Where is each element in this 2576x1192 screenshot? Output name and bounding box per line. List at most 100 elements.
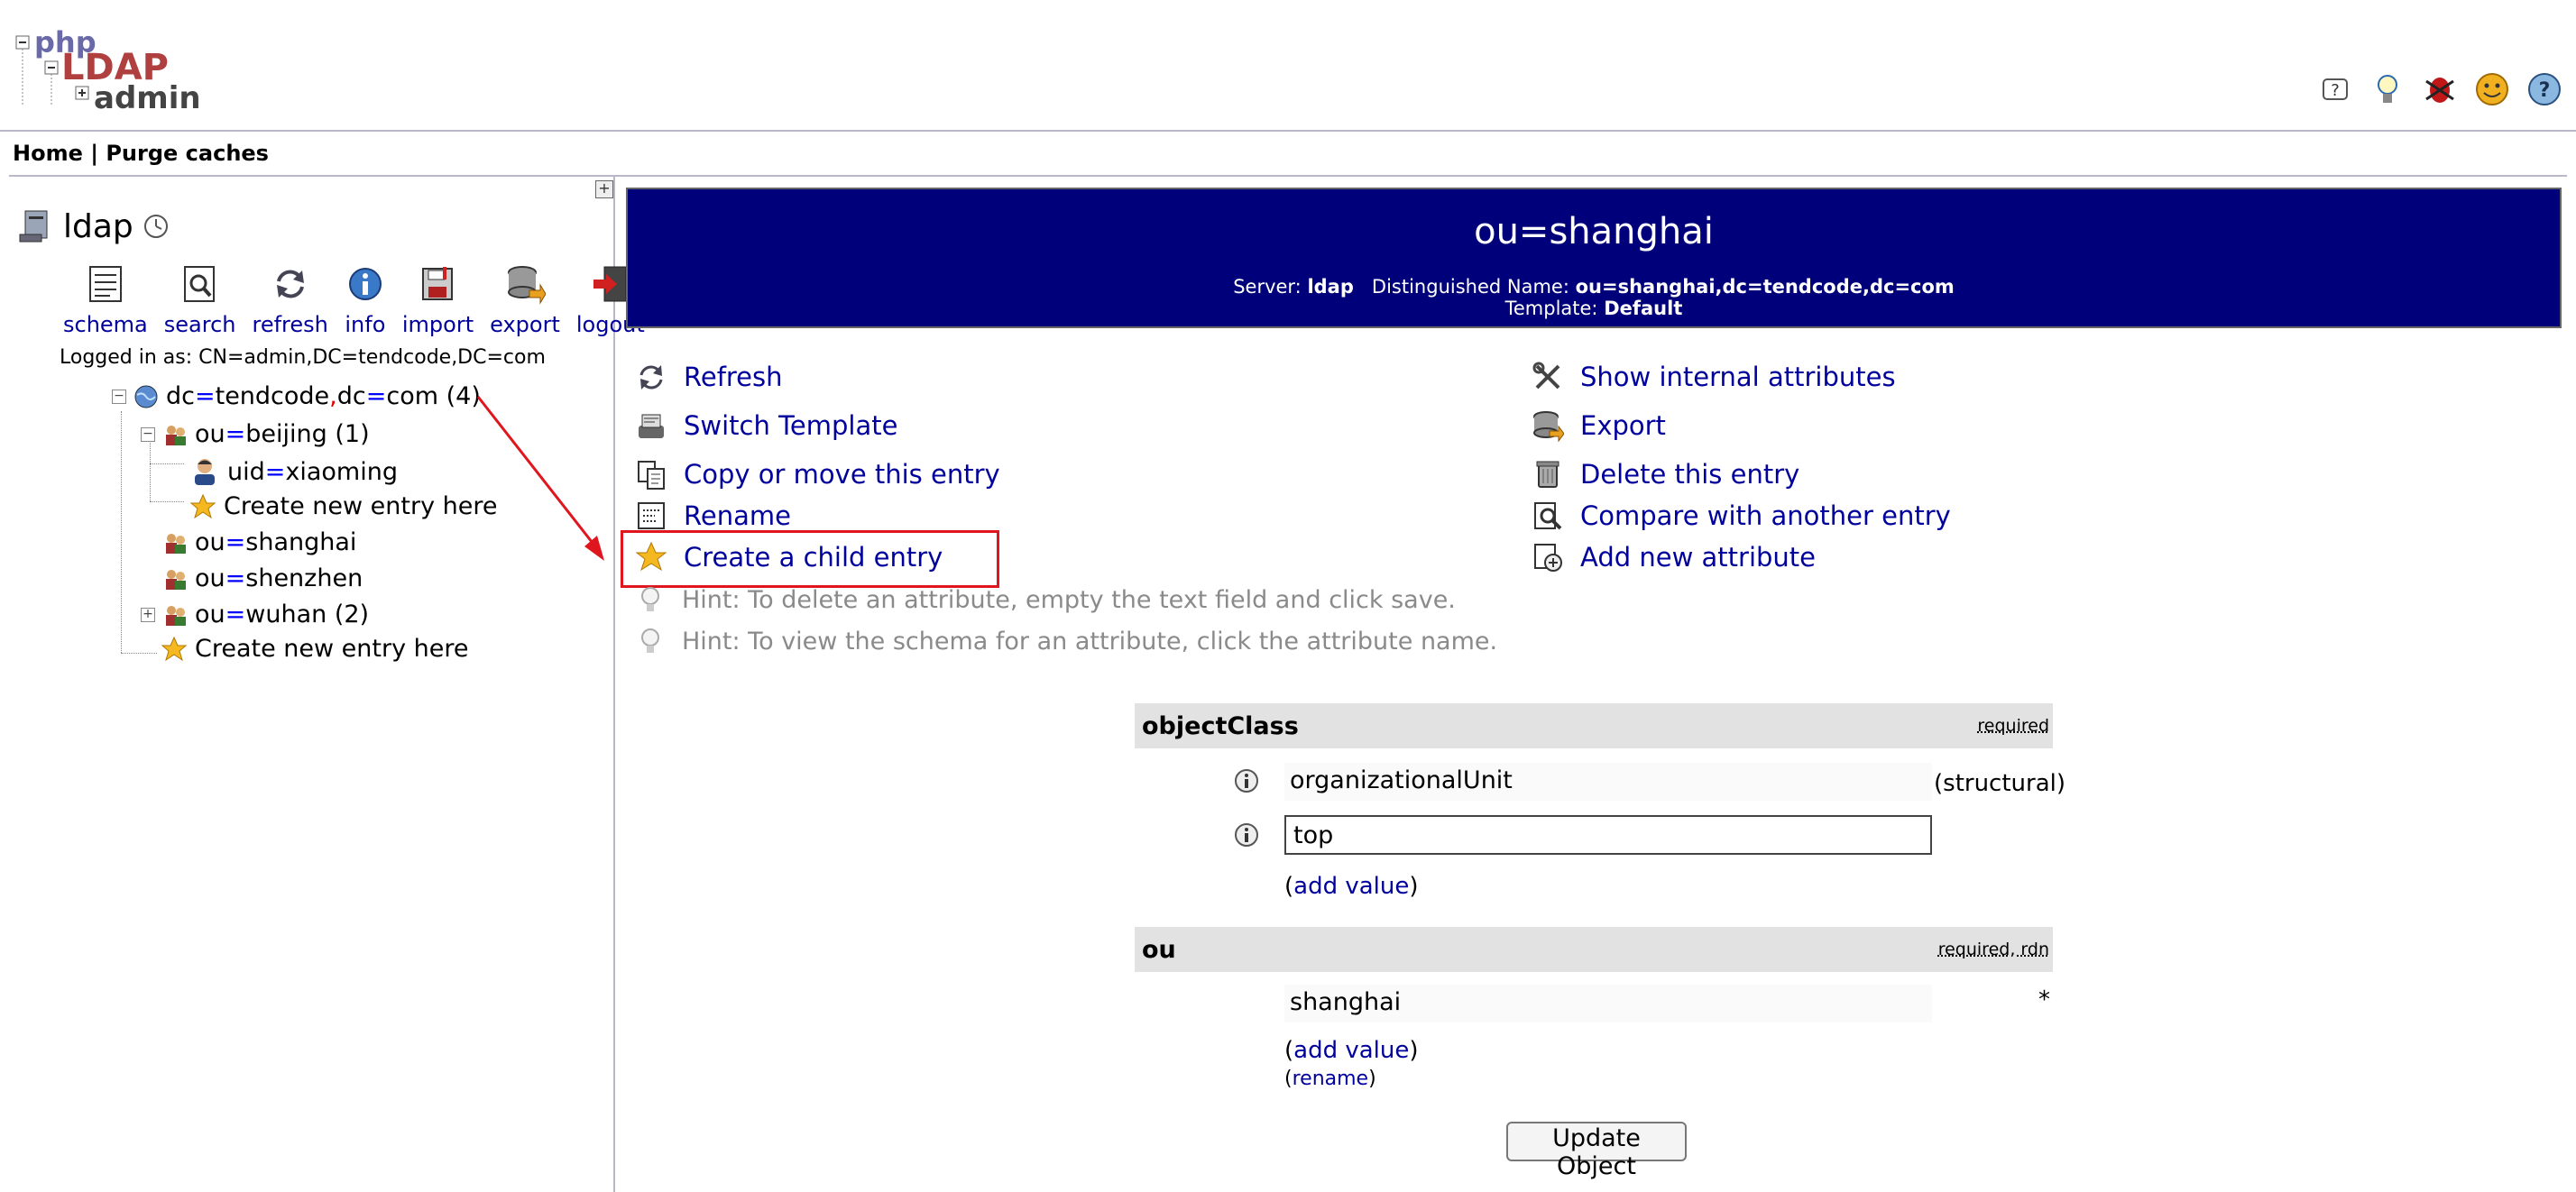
home-link[interactable]: Home [13, 141, 83, 166]
server-tools: schema search refresh info import export… [63, 263, 661, 337]
tree-label: ou=beijing (1) [195, 420, 370, 448]
rename-link[interactable]: rename [1293, 1068, 1369, 1090]
objectclass-value-1: organizationalUnit [1284, 763, 1932, 801]
info-icon[interactable] [1234, 822, 1259, 848]
export-icon [1533, 411, 1564, 442]
add-value-link[interactable]: add value [1293, 1037, 1409, 1064]
help-bubble-icon[interactable]: ? [2316, 70, 2354, 108]
lightbulb-icon [641, 587, 659, 611]
tool-info[interactable]: info [345, 263, 386, 337]
add-attribute-icon [1534, 544, 1562, 572]
expand-pane-button[interactable]: + [595, 180, 613, 198]
objectclass-value-2-input[interactable] [1284, 815, 1932, 855]
attribute-name-ou[interactable]: ou [1142, 936, 1176, 964]
clock-icon[interactable] [143, 213, 170, 240]
star-icon [189, 493, 216, 518]
expand-toggle[interactable]: + [141, 607, 155, 622]
entry-title: ou=shanghai [1474, 211, 1714, 252]
collapse-toggle[interactable]: − [141, 426, 155, 442]
tree-item-shanghai[interactable]: ou=shanghai [162, 528, 356, 556]
info-icon[interactable] [1234, 768, 1259, 793]
copy-move-action[interactable]: Copy or move this entry [635, 458, 1000, 491]
tree-label: uid=xiaoming [227, 457, 398, 486]
menu-separator: | [90, 141, 98, 166]
globe-icon [134, 385, 158, 408]
objectclass-add-value: (add value) [1284, 873, 1419, 900]
tree-item-shenzhen[interactable]: ou=shenzhen [162, 564, 363, 592]
tree-item-xiaoming[interactable]: uid=xiaoming [189, 456, 398, 487]
refresh-action[interactable]: Refresh [635, 361, 783, 393]
svg-text:admin: admin [94, 80, 201, 116]
server-name[interactable]: ldap [63, 208, 133, 245]
tool-import[interactable]: import [402, 263, 474, 337]
trash-icon [1536, 461, 1559, 488]
tree-connector [121, 653, 157, 654]
attribute-header-ou: ou required, rdn [1135, 927, 2053, 972]
server-title: ldap [16, 207, 170, 245]
tools-icon [1532, 362, 1560, 390]
purge-caches-link[interactable]: Purge caches [106, 141, 269, 166]
collapse-toggle[interactable]: − [112, 389, 126, 404]
hint-delete-attribute: Hint: To delete an attribute, empty the … [635, 584, 1456, 615]
logout-icon [593, 266, 627, 302]
show-internal-attributes-action[interactable]: Show internal attributes [1532, 361, 1896, 393]
ou-folder-icon [166, 605, 186, 626]
page-header: php LDAP admin ? ? [0, 0, 2576, 132]
import-icon [421, 267, 453, 300]
entry-banner: ou=shanghai Server: ldap Distinguished N… [626, 188, 2562, 328]
tree-label: dc=tendcode,dc=com (4) [166, 382, 481, 410]
lightbulb-icon[interactable] [2369, 70, 2406, 108]
attribute-tag: required, rdn [1937, 940, 2049, 959]
export-action[interactable]: Export [1532, 409, 1666, 442]
tree-connector [150, 463, 184, 464]
tool-schema[interactable]: schema [63, 263, 148, 337]
refresh-icon [276, 270, 304, 298]
compare-icon [1534, 502, 1562, 530]
attribute-header-objectclass: objectClass required [1135, 703, 2053, 748]
annotation-arrow [476, 396, 604, 561]
svg-text:?: ? [2539, 79, 2551, 102]
top-menu: Home | Purge caches [13, 141, 269, 166]
tool-search[interactable]: search [164, 263, 236, 337]
tree-item-wuhan[interactable]: + ou=wuhan (2) [141, 601, 369, 628]
tool-export[interactable]: export [490, 263, 560, 337]
refresh-icon [639, 365, 663, 390]
delete-entry-action[interactable]: Delete this entry [1532, 458, 1799, 491]
tree-label: ou=shanghai [195, 528, 357, 556]
ou-rename: (rename) [1284, 1068, 1376, 1090]
server-icon [19, 210, 48, 243]
search-icon [183, 266, 215, 302]
info-icon [348, 268, 382, 300]
hint-view-schema: Hint: To view the schema for an attribut… [635, 626, 1497, 656]
phpldapadmin-logo[interactable]: php LDAP admin [13, 23, 202, 117]
attribute-tag: required [1977, 716, 2049, 736]
help-icon[interactable]: ? [2525, 70, 2563, 108]
tree-pane: + ldap schema search refresh info import… [0, 177, 645, 1192]
rename-action[interactable]: Rename [635, 500, 791, 532]
bug-icon[interactable] [2421, 70, 2459, 108]
export-icon [508, 266, 546, 305]
tree-connector [150, 501, 184, 502]
svg-text:?: ? [2331, 81, 2340, 100]
switch-template-icon [639, 414, 664, 438]
tree-root-dc-tendcode[interactable]: − dc=tendcode,dc=com (4) [112, 382, 481, 410]
schema-icon [88, 266, 122, 302]
add-attribute-action[interactable]: Add new attribute [1532, 541, 1816, 573]
ou-folder-icon [166, 533, 186, 554]
compare-entry-action[interactable]: Compare with another entry [1532, 500, 1951, 532]
tree-item-beijing[interactable]: − ou=beijing (1) [141, 420, 370, 448]
smiley-icon[interactable] [2473, 70, 2511, 108]
ou-value: shanghai [1284, 985, 1932, 1022]
tree-label: ou=wuhan (2) [195, 601, 370, 628]
copy-icon [638, 461, 665, 490]
star-icon [161, 636, 188, 661]
attribute-name-objectclass[interactable]: objectClass [1142, 712, 1299, 740]
tree-create-entry-beijing[interactable]: Create new entry here [189, 492, 498, 520]
entry-subtitle: Server: ldap Distinguished Name: ou=shan… [1233, 276, 1955, 319]
switch-template-action[interactable]: Switch Template [635, 409, 897, 442]
tool-refresh[interactable]: refresh [253, 263, 328, 337]
update-object-button[interactable]: Update Object [1506, 1122, 1687, 1180]
tree-create-entry-root[interactable]: Create new entry here [161, 635, 469, 663]
add-value-link[interactable]: add value [1293, 873, 1409, 900]
ou-folder-icon [166, 425, 186, 445]
